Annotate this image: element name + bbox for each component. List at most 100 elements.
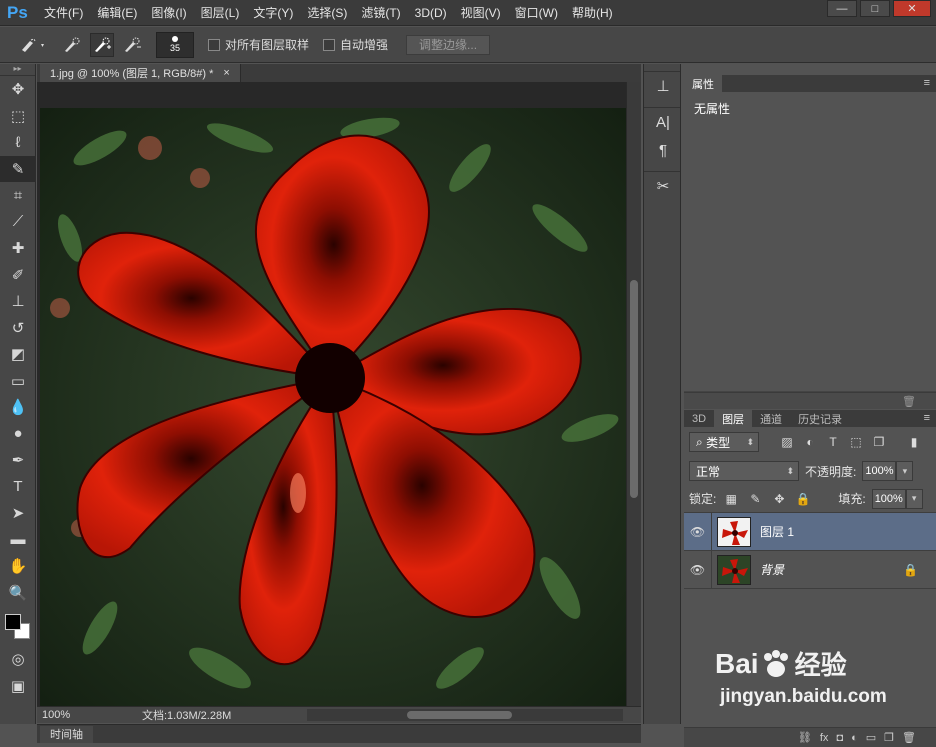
quick-mask-icon[interactable]: ◎ [0, 646, 36, 673]
color-swatches[interactable] [0, 606, 35, 646]
lasso-tool-icon[interactable]: ℓ [0, 129, 36, 156]
fill-input[interactable]: 100% [871, 488, 906, 509]
fill-dropdown-icon[interactable]: ▾ [905, 488, 923, 509]
brush-tool-icon[interactable]: ✐ [0, 262, 36, 289]
layer-row[interactable]: 👁 图层 1 [684, 512, 936, 551]
filter-toggle-icon[interactable]: ▮ [905, 433, 923, 451]
horizontal-scroll-thumb[interactable] [407, 711, 512, 719]
horizontal-scrollbar[interactable] [307, 709, 623, 721]
pixel-layer-filter-icon[interactable]: ▨ [778, 433, 796, 451]
auto-enhance-checkbox[interactable] [323, 38, 336, 51]
tool-presets-icon[interactable]: ✂ [644, 172, 682, 200]
document-info[interactable]: 文档:1.03M/2.28M [87, 707, 297, 723]
menu-window[interactable]: 窗口(W) [508, 4, 565, 21]
close-tab-icon[interactable]: × [223, 67, 229, 79]
restore-button[interactable]: □ [860, 0, 890, 17]
blur-tool-icon[interactable]: 💧 [0, 394, 36, 421]
eraser-tool-icon[interactable]: ◩ [0, 341, 36, 368]
visibility-eye-icon[interactable]: 👁 [684, 512, 712, 551]
blend-mode-select[interactable]: 正常 ⬍ [689, 461, 799, 481]
screen-mode-icon[interactable]: ▣ [0, 673, 36, 700]
menu-help[interactable]: 帮助(H) [565, 4, 620, 21]
pen-tool-icon[interactable]: ✒ [0, 447, 36, 474]
paragraph-panel-icon[interactable]: ¶ [644, 136, 682, 164]
link-layers-icon[interactable]: ⛓ [798, 731, 812, 744]
hand-tool-icon[interactable]: ✋ [0, 553, 36, 580]
path-selection-tool-icon[interactable]: ➤ [0, 500, 36, 527]
tool-preset-picker[interactable] [14, 33, 54, 57]
menu-edit[interactable]: 编辑(E) [90, 4, 144, 21]
subtract-from-selection-brush-icon[interactable] [120, 33, 144, 57]
quick-selection-tool-icon[interactable]: ✎ [0, 155, 36, 182]
close-button[interactable]: ✕ [893, 0, 931, 17]
auto-enhance-option[interactable]: 自动增强 [323, 36, 388, 53]
layer-name[interactable]: 图层 1 [760, 523, 794, 540]
history-brush-tool-icon[interactable]: ↺ [0, 315, 36, 342]
rectangle-tool-icon[interactable]: ▬ [0, 527, 36, 554]
zoom-level[interactable]: 100% [37, 709, 87, 721]
layer-name[interactable]: 背景 [760, 561, 784, 578]
new-adjustment-layer-icon[interactable]: ◐ [851, 732, 858, 744]
vertical-scrollbar[interactable] [626, 82, 641, 706]
lock-position-icon[interactable]: ✥ [770, 490, 788, 508]
document-tab[interactable]: 1.jpg @ 100% (图层 1, RGB/8#) * × [40, 64, 241, 82]
timeline-tab[interactable]: 时间轴 [40, 725, 93, 743]
marquee-tool-icon[interactable]: ⬚ [0, 103, 36, 130]
move-tool-icon[interactable]: ✥ [0, 76, 36, 103]
new-layer-icon[interactable]: ❐ [884, 731, 894, 744]
adjustment-layer-filter-icon[interactable]: ◐ [801, 433, 819, 451]
layer-thumbnail[interactable] [717, 516, 751, 547]
menu-file[interactable]: 文件(F) [37, 4, 90, 21]
menu-select[interactable]: 选择(S) [300, 4, 354, 21]
visibility-eye-icon[interactable]: 👁 [684, 550, 712, 589]
menu-filter[interactable]: 滤镜(T) [354, 4, 407, 21]
brush-size-picker[interactable]: 35 [156, 31, 194, 58]
menu-view[interactable]: 视图(V) [454, 4, 508, 21]
tab-properties[interactable]: 属性 [684, 75, 722, 92]
dock-grip[interactable] [644, 64, 680, 72]
foreground-color-swatch[interactable] [5, 614, 21, 630]
panel-collapse-icon[interactable]: ▸▸ [0, 64, 35, 76]
tab-channels[interactable]: 通道 [752, 410, 790, 427]
vertical-scroll-thumb[interactable] [630, 280, 638, 498]
new-selection-brush-icon[interactable] [60, 33, 84, 57]
layer-thumbnail[interactable] [717, 554, 751, 585]
panel-menu-icon[interactable]: ≡ [924, 77, 930, 89]
sample-all-layers-option[interactable]: 对所有图层取样 [208, 36, 309, 53]
layer-row[interactable]: 👁 背景 🔒 [684, 550, 936, 589]
eyedropper-tool-icon[interactable]: ⟋ [0, 209, 36, 236]
healing-brush-tool-icon[interactable]: ✚ [0, 235, 36, 262]
menu-layer[interactable]: 图层(L) [194, 4, 247, 21]
shape-layer-filter-icon[interactable]: ⬚ [847, 433, 865, 451]
crop-tool-icon[interactable]: ⌗ [0, 182, 36, 209]
document-image[interactable] [40, 108, 626, 706]
add-mask-icon[interactable]: ◘ [836, 732, 843, 744]
clone-source-icon[interactable]: ⊥ [644, 72, 682, 100]
delete-layer-icon[interactable]: 🗑 [902, 731, 916, 744]
layer-kind-filter[interactable]: ⌕ 类型 ⬍ [689, 432, 759, 452]
refine-edge-button[interactable]: 调整边缘... [406, 34, 491, 55]
tab-history[interactable]: 历史记录 [790, 410, 850, 427]
tab-layers[interactable]: 图层 [714, 410, 753, 427]
zoom-tool-icon[interactable]: 🔍 [0, 580, 36, 607]
type-layer-filter-icon[interactable]: T [824, 433, 842, 451]
smart-object-filter-icon[interactable]: ❐ [870, 433, 888, 451]
minimize-button[interactable]: — [827, 0, 857, 17]
menu-3d[interactable]: 3D(D) [408, 6, 454, 20]
clone-stamp-tool-icon[interactable]: ⊥ [0, 288, 36, 315]
opacity-input[interactable]: 100% [862, 461, 897, 481]
lock-all-icon[interactable]: 🔒 [794, 490, 812, 508]
tab-3d[interactable]: 3D [684, 410, 714, 427]
sample-all-layers-checkbox[interactable] [208, 38, 220, 51]
add-to-selection-brush-icon[interactable] [90, 32, 114, 57]
opacity-dropdown-icon[interactable]: ▾ [896, 461, 914, 481]
layer-style-icon[interactable]: fx [820, 732, 829, 744]
menu-image[interactable]: 图像(I) [144, 4, 193, 21]
trash-icon[interactable]: 🗑 [902, 395, 916, 408]
canvas-area[interactable] [37, 82, 641, 706]
menu-type[interactable]: 文字(Y) [246, 4, 300, 21]
new-group-icon[interactable]: ▭ [866, 731, 876, 744]
panel-menu-icon[interactable]: ≡ [924, 412, 930, 424]
lock-image-pixels-icon[interactable]: ✎ [746, 490, 764, 508]
lock-transparent-pixels-icon[interactable]: ▦ [722, 490, 740, 508]
